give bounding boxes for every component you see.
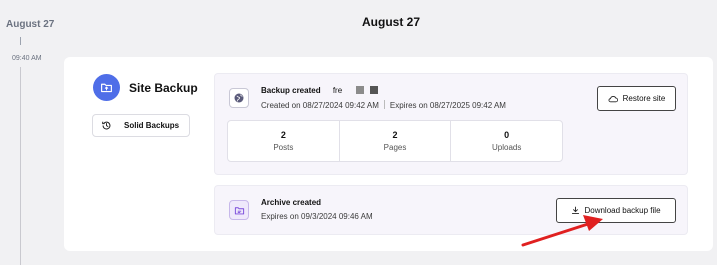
annotation-arrow-icon	[521, 215, 603, 247]
